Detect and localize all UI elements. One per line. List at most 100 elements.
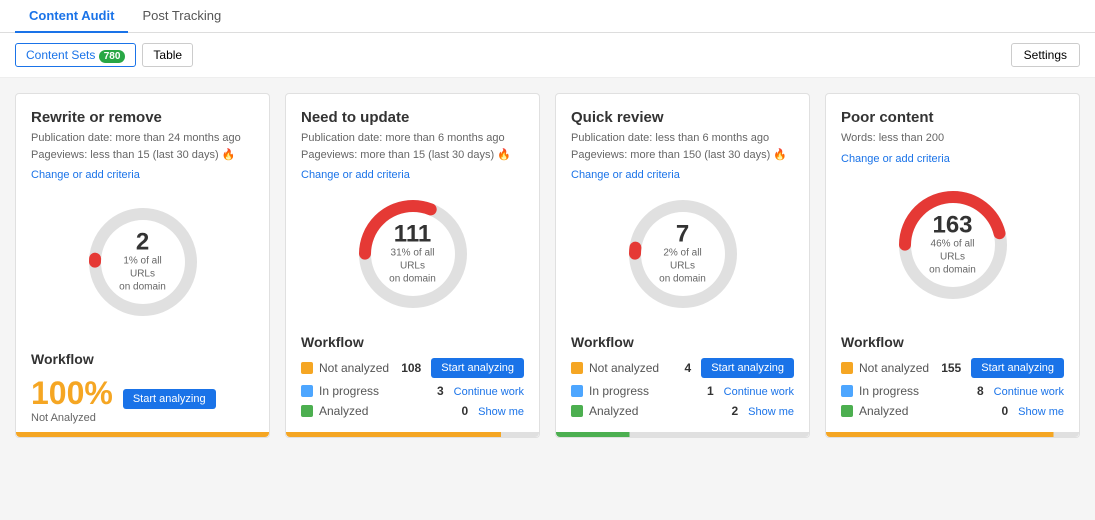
top-tab-post-tracking[interactable]: Post Tracking (128, 0, 235, 33)
wf-action[interactable]: Start analyzing (431, 358, 524, 378)
content-sets-badge: 780 (99, 50, 126, 63)
card-quick: Quick review Publication date: less than… (555, 93, 810, 438)
table-tab[interactable]: Table (142, 43, 193, 67)
chart-area: 2 1% of all URLson domain (31, 184, 254, 341)
workflow-row: Analyzed 0 Show me (841, 404, 1064, 418)
top-tab-content-audit[interactable]: Content Audit (15, 0, 128, 33)
donut-chart: 111 31% of all URLson domain (353, 194, 473, 314)
donut-label: 46% of all URLson domain (923, 238, 983, 277)
start-analyzing-button[interactable]: Start analyzing (971, 358, 1064, 378)
workflow-title: Workflow (31, 351, 254, 367)
donut-label: 2% of all URLson domain (653, 246, 713, 285)
wf-label: Not analyzed (859, 361, 930, 375)
workflow-section: Workflow Not analyzed 155 Start analyzin… (841, 334, 1064, 424)
dot-green (571, 405, 583, 417)
toolbar-left: Content Sets 780 Table (15, 43, 193, 67)
workflow-title: Workflow (571, 334, 794, 350)
bottom-bar (826, 432, 1079, 437)
wf-count: 0 (983, 404, 1008, 418)
workflow-row: In progress 3 Continue work (301, 384, 524, 398)
bottom-bar (16, 432, 269, 437)
change-criteria-link[interactable]: Change or add criteria (571, 167, 680, 184)
wf-action[interactable]: Continue work (724, 384, 794, 398)
wf-label: Analyzed (319, 404, 437, 418)
card-subtitle: Publication date: more than 6 months ago… (301, 130, 524, 184)
big-percent-label: Not Analyzed (31, 412, 113, 424)
dot-green (301, 405, 313, 417)
workflow-row: In progress 1 Continue work (571, 384, 794, 398)
dot-green (841, 405, 853, 417)
change-criteria-link[interactable]: Change or add criteria (841, 151, 950, 168)
wf-action[interactable]: Continue work (454, 384, 524, 398)
wf-action[interactable]: Show me (478, 404, 524, 418)
card-subtitle: Words: less than 200 Change or add crite… (841, 130, 1064, 167)
donut-chart: 2 1% of all URLson domain (83, 202, 203, 322)
workflow-section: Workflow 100% Not Analyzed Start analyzi… (31, 351, 254, 424)
settings-button[interactable]: Settings (1011, 43, 1080, 67)
wf-action[interactable]: Start analyzing (971, 358, 1064, 378)
card-update: Need to update Publication date: more th… (285, 93, 540, 438)
wf-label: In progress (859, 384, 953, 398)
wf-count: 4 (666, 361, 691, 375)
wf-action[interactable]: Show me (1018, 404, 1064, 418)
card-subtitle: Publication date: more than 24 months ag… (31, 130, 254, 184)
donut-number: 163 (923, 214, 983, 238)
workflow-action-link-1[interactable]: Continue work (454, 386, 524, 398)
big-percent: 100% (31, 375, 113, 412)
start-analyzing-button[interactable]: Start analyzing (431, 358, 524, 378)
donut-center: 7 2% of all URLson domain (653, 222, 713, 285)
wf-count: 2 (713, 404, 738, 418)
wf-count: 8 (959, 384, 984, 398)
chart-area: 111 31% of all URLson domain (301, 184, 524, 324)
workflow-action-link-2[interactable]: Show me (748, 406, 794, 418)
card-rewrite: Rewrite or remove Publication date: more… (15, 93, 270, 438)
content-sets-tab[interactable]: Content Sets 780 (15, 43, 136, 67)
wf-action[interactable]: Show me (748, 404, 794, 418)
workflow-title: Workflow (841, 334, 1064, 350)
start-analyzing-button[interactable]: Start analyzing (123, 389, 216, 409)
wf-action[interactable]: Continue work (994, 384, 1064, 398)
dot-blue (301, 385, 313, 397)
donut-center: 2 1% of all URLson domain (113, 231, 173, 294)
workflow-action-link-2[interactable]: Show me (1018, 406, 1064, 418)
card-title: Rewrite or remove (31, 109, 254, 126)
wf-action[interactable]: Start analyzing (701, 358, 794, 378)
start-analyzing-button[interactable]: Start analyzing (701, 358, 794, 378)
wf-count: 108 (396, 361, 421, 375)
donut-label: 31% of all URLson domain (383, 246, 443, 285)
card-poor: Poor content Words: less than 200 Change… (825, 93, 1080, 438)
donut-number: 2 (113, 231, 173, 255)
content-sets-label: Content Sets (26, 48, 95, 62)
donut-number: 111 (383, 222, 443, 246)
donut-center: 111 31% of all URLson domain (383, 222, 443, 285)
workflow-section: Workflow Not analyzed 108 Start analyzin… (301, 334, 524, 424)
wf-label: Analyzed (859, 404, 977, 418)
card-title: Poor content (841, 109, 1064, 126)
donut-chart: 7 2% of all URLson domain (623, 194, 743, 314)
dot-blue (841, 385, 853, 397)
wf-count: 1 (689, 384, 714, 398)
workflow-big-row: 100% Not Analyzed Start analyzing (31, 375, 254, 424)
wf-count: 3 (419, 384, 444, 398)
wf-label: Not analyzed (589, 361, 660, 375)
bottom-bar (286, 432, 539, 437)
change-criteria-link[interactable]: Change or add criteria (301, 167, 410, 184)
wf-count: 0 (443, 404, 468, 418)
workflow-row: Analyzed 0 Show me (301, 404, 524, 418)
top-tabs-bar: Content AuditPost Tracking (0, 0, 1095, 33)
workflow-action-link-2[interactable]: Show me (478, 406, 524, 418)
change-criteria-link[interactable]: Change or add criteria (31, 167, 140, 184)
card-title: Quick review (571, 109, 794, 126)
workflow-action-link-1[interactable]: Continue work (994, 386, 1064, 398)
wf-label: In progress (319, 384, 413, 398)
workflow-row: Analyzed 2 Show me (571, 404, 794, 418)
donut-label: 1% of all URLson domain (113, 255, 173, 294)
workflow-action-link-1[interactable]: Continue work (724, 386, 794, 398)
donut-center: 163 46% of all URLson domain (923, 214, 983, 277)
wf-label: Analyzed (589, 404, 707, 418)
donut-number: 7 (653, 222, 713, 246)
workflow-row: In progress 8 Continue work (841, 384, 1064, 398)
chart-area: 7 2% of all URLson domain (571, 184, 794, 324)
toolbar: Content Sets 780 Table Settings (0, 33, 1095, 78)
wf-count: 155 (936, 361, 961, 375)
